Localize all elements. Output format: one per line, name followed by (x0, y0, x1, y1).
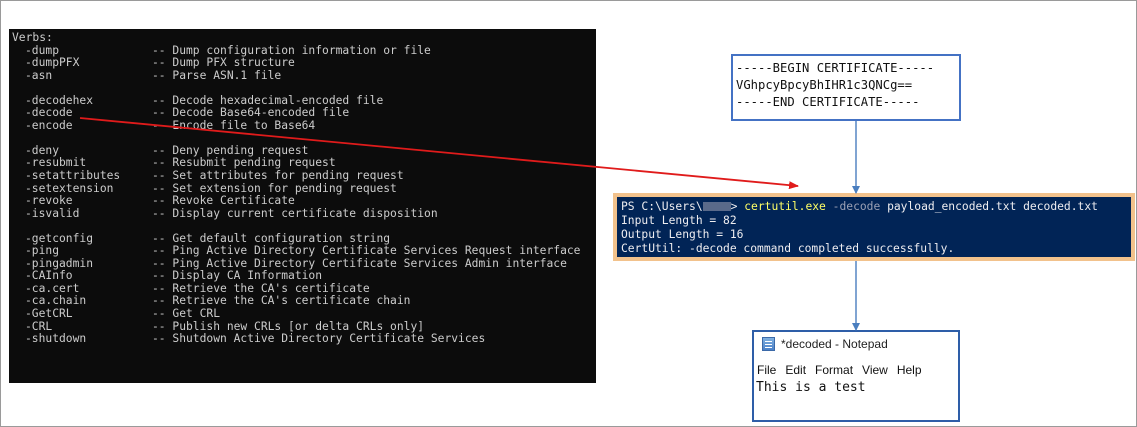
verb-row-asn: -asn -- Parse ASN.1 file (12, 68, 596, 83)
notepad-content[interactable]: This is a test (754, 380, 958, 396)
verb-row-isvalid: -isvalid -- Display current certificate d… (12, 206, 596, 221)
verb-name: -asn (25, 68, 53, 82)
verb-description: -- Dump PFX structure (152, 56, 295, 70)
ps-command-name: certutil.exe (744, 200, 826, 213)
ps-result-message: CertUtil: -decode command completed succ… (621, 242, 955, 255)
menu-file[interactable]: File (757, 363, 776, 377)
verb-description: -- Decode Base64-encoded file (152, 106, 350, 120)
verb-name: -dumpPFX (25, 56, 80, 70)
verb-name: -decode (25, 106, 73, 120)
ps-command-args: payload_encoded.txt decoded.txt (880, 200, 1098, 213)
verb-row-ping: -ping -- Ping Active Directory Certificat… (12, 245, 596, 258)
verb-list: -dump -- Dump configuration information o… (12, 44, 596, 346)
ps-prompt-prefix: PS C:\Users\ (621, 200, 703, 213)
menu-help[interactable]: Help (897, 363, 922, 377)
verb-row-getcrl: -GetCRL -- Get CRL (12, 307, 596, 321)
cert-body-line: VGhpcyBpcyBhIHR1c3QNCg== (736, 78, 913, 92)
certificate-box: -----BEGIN CERTIFICATE----- VGhpcyBpcyBh… (731, 54, 961, 121)
verb-row-decode: -decode -- Decode Base64-encoded file (12, 107, 596, 120)
redacted-username (702, 202, 731, 211)
verb-name: -isvalid (25, 206, 80, 220)
notepad-titlebar: *decoded - Notepad (754, 332, 958, 355)
verb-row-ca-chain: -ca.chain -- Retrieve the CA's certificat… (12, 295, 596, 308)
powershell-console: PS C:\Users\ > certutil.exe -decode paylo… (617, 197, 1131, 257)
verb-name: -ping (25, 244, 60, 258)
verb-name: -shutdown (25, 332, 87, 346)
menu-format[interactable]: Format (815, 363, 853, 377)
verb-row-dumppfx: -dumpPFX -- Dump PFX structure (12, 57, 596, 70)
powershell-highlight: PS C:\Users\ > certutil.exe -decode paylo… (613, 193, 1135, 261)
verb-name: -encode (25, 118, 73, 132)
notepad-window: *decoded - Notepad File Edit Format View… (752, 330, 960, 422)
cert-begin-line: -----BEGIN CERTIFICATE----- (736, 61, 935, 75)
verb-description: -- Ping Active Directory Certificate Ser… (152, 244, 581, 258)
verb-row-setattributes: -setattributes -- Set attributes for pend… (12, 169, 596, 183)
verb-row-shutdown: -shutdown -- Shutdown Active Directory Ce… (12, 333, 596, 346)
ps-command-line: PS C:\Users\ > certutil.exe -decode paylo… (621, 200, 1131, 214)
verb-description: -- Revoke Certificate (152, 194, 295, 208)
verb-name: -revoke (25, 194, 73, 208)
verb-row-revoke: -revoke -- Revoke Certificate (12, 195, 596, 208)
verb-name: -GetCRL (25, 307, 73, 321)
verb-name: -setattributes (25, 169, 121, 183)
ps-input-length: Input Length = 82 (621, 214, 737, 227)
notepad-title: *decoded - Notepad (781, 336, 888, 351)
ps-output-length: Output Length = 16 (621, 228, 744, 241)
menu-edit[interactable]: Edit (785, 363, 806, 377)
certutil-help-console: Verbs: -dump -- Dump configuration inform… (9, 29, 596, 383)
verb-description: -- Set attributes for pending request (152, 169, 404, 183)
ps-prompt-suffix: > (730, 200, 745, 213)
verb-row-setextension: -setextension -- Set extension for pendin… (12, 182, 596, 196)
notepad-icon (762, 336, 775, 351)
notepad-menubar: File Edit Format View Help (754, 360, 958, 380)
menu-view[interactable]: View (862, 363, 888, 377)
verb-description: -- Shutdown Active Directory Certificate… (152, 332, 486, 346)
verb-description: -- Get CRL (152, 307, 221, 321)
verb-row-encode: -encode -- Encode file to Base64 (12, 118, 596, 133)
verbs-header: Verbs: (12, 31, 53, 44)
ps-command-flag: -decode (832, 200, 881, 213)
verb-description: -- Encode file to Base64 (152, 118, 316, 132)
verb-description: -- Display current certificate dispositi… (152, 206, 438, 220)
cert-end-line: -----END CERTIFICATE----- (736, 95, 920, 109)
verb-row-dump: -dump -- Dump configuration information o… (12, 44, 596, 58)
verb-description: -- Parse ASN.1 file (152, 68, 282, 82)
